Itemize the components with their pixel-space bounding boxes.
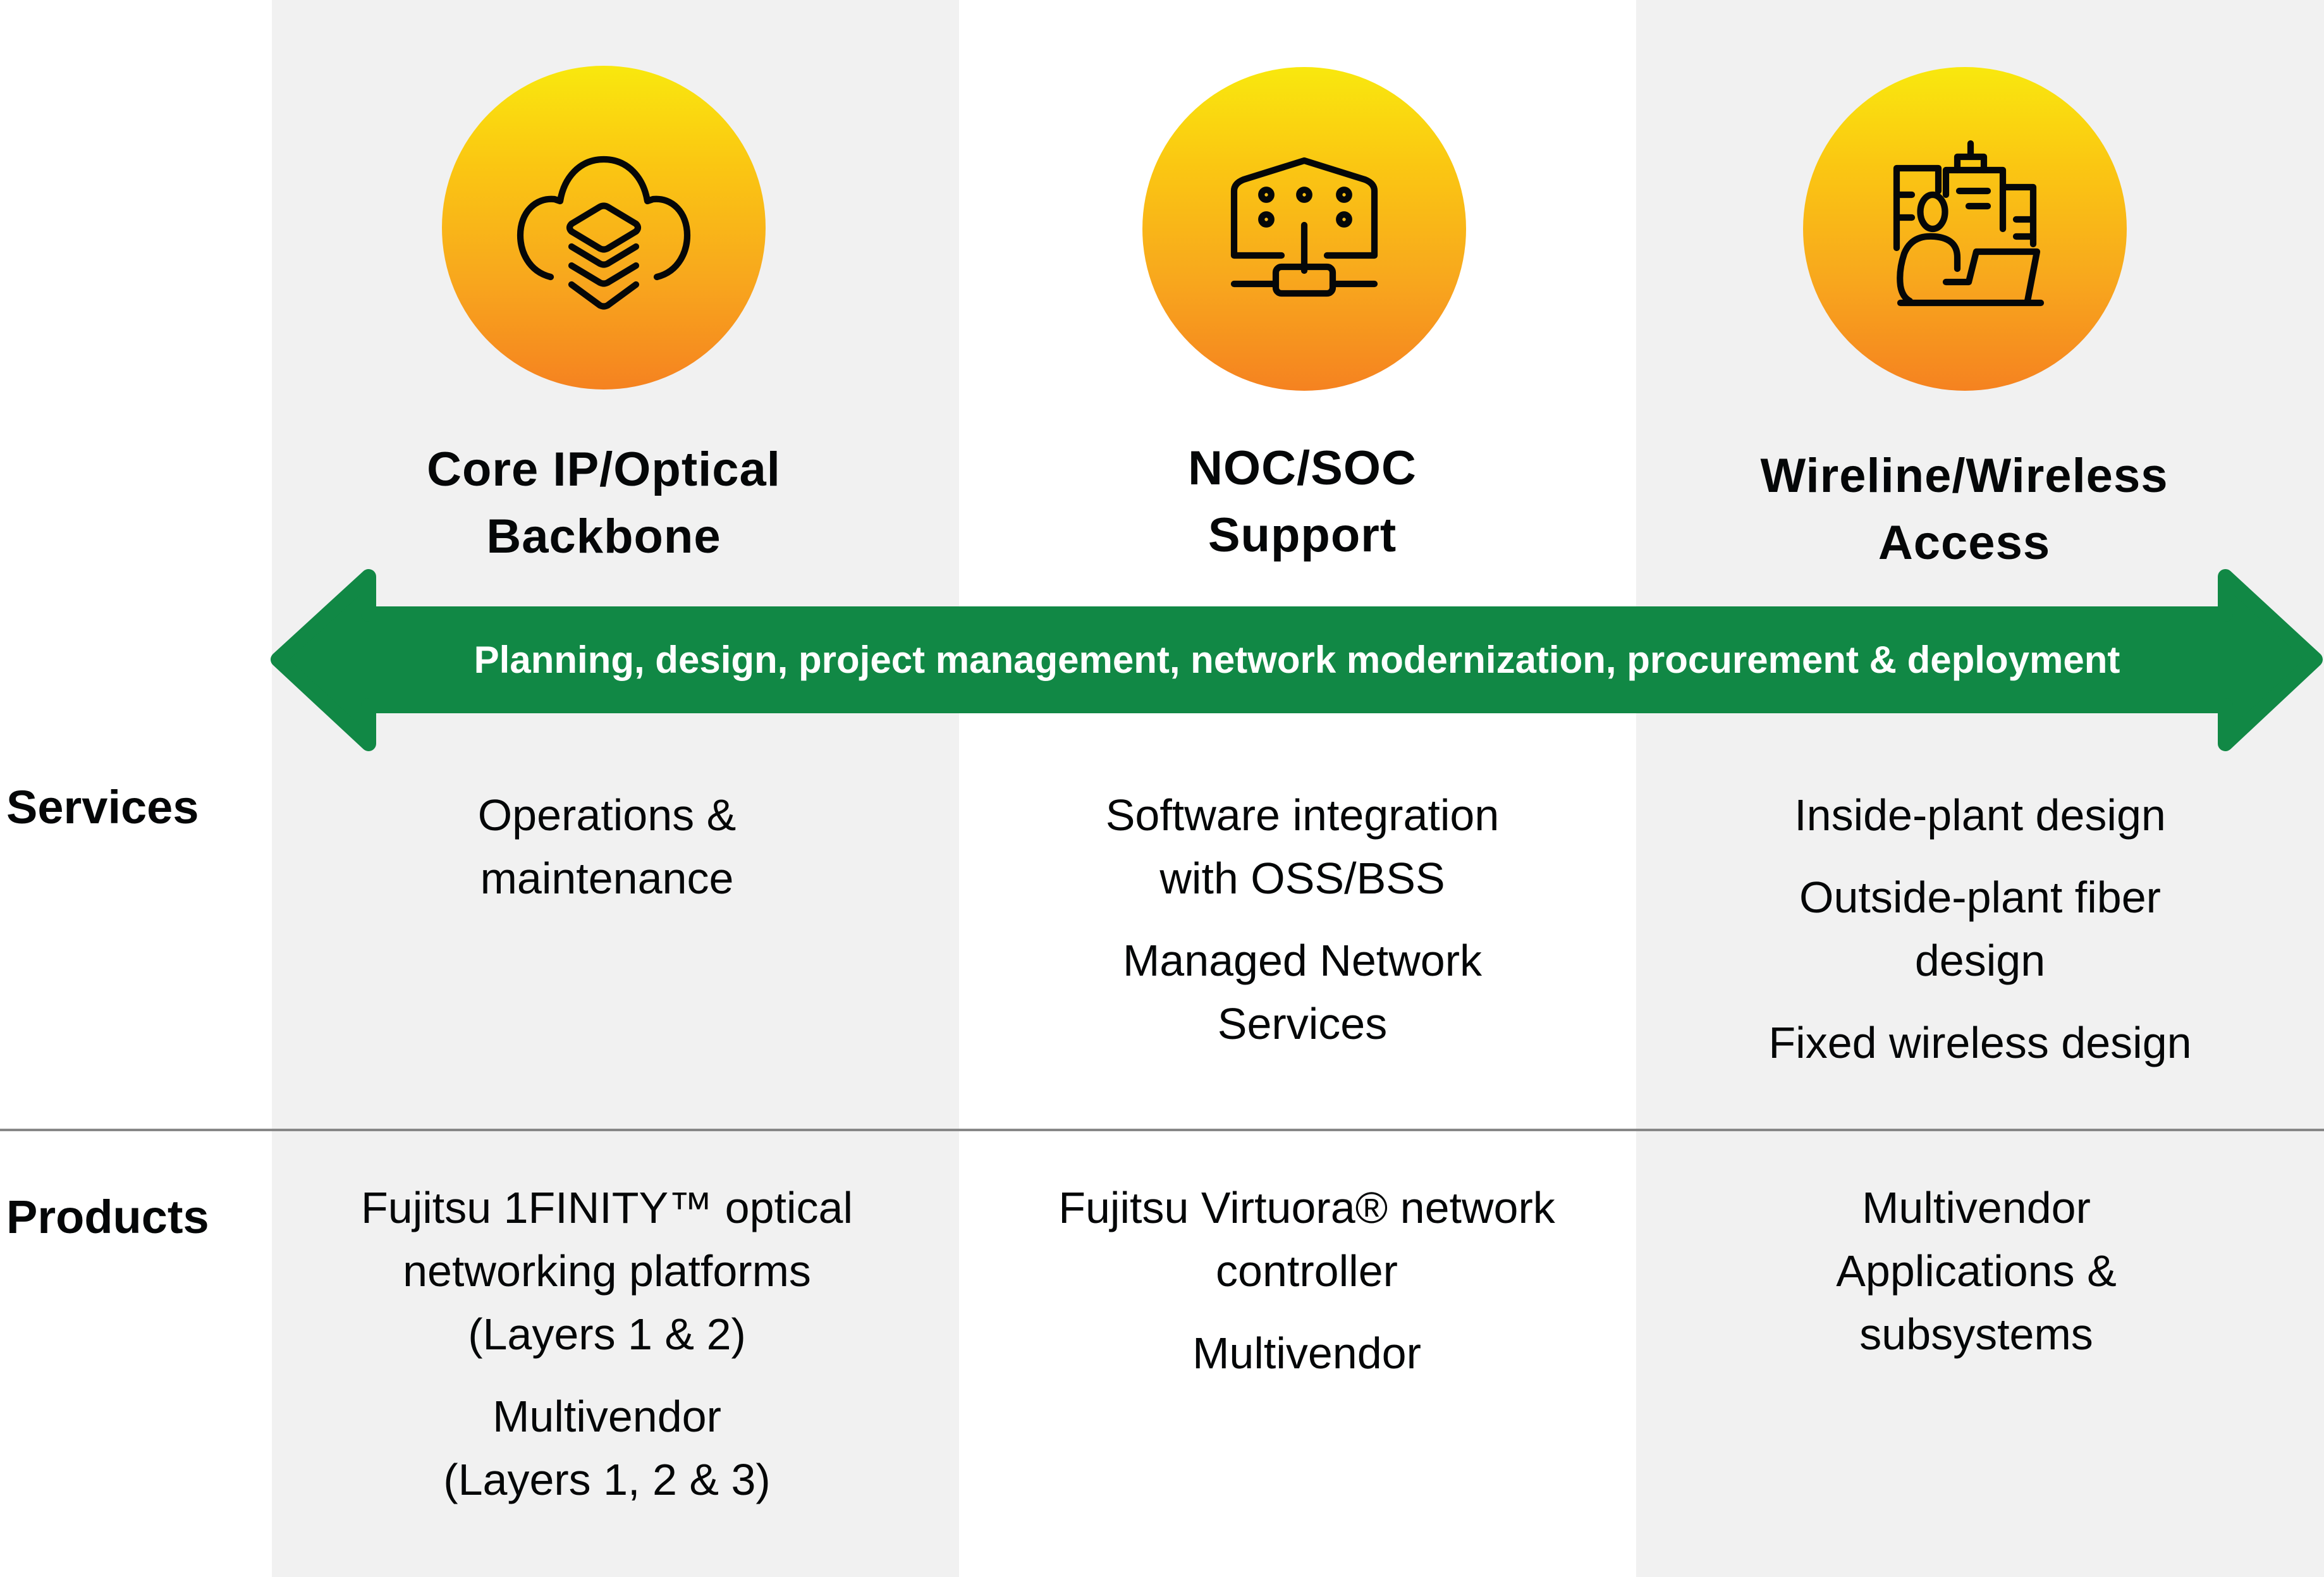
core-icon-circle <box>442 66 766 390</box>
product-item: Multivendor <box>972 1322 1642 1385</box>
products-cell-core: Fujitsu 1FINITY™ optical networking platf… <box>272 1176 942 1530</box>
product-item-line: Multivendor <box>492 1392 721 1441</box>
column-heading-access: Wireline/Wireless Access <box>1680 443 2249 577</box>
service-item: Managed Network Services <box>967 929 1637 1055</box>
person-laptop-buildings-icon <box>1893 140 2045 307</box>
service-item-line: Software integration <box>1105 790 1500 840</box>
heading-line: Core IP/Optical <box>427 443 781 496</box>
product-item-line: Applications & <box>1836 1246 2117 1296</box>
heading-line: NOC/SOC <box>1188 441 1417 495</box>
heading-line: Backbone <box>486 510 721 563</box>
row-divider <box>0 1129 2324 1131</box>
service-item-line: Fixed wireless design <box>1768 1018 2192 1067</box>
product-item: Multivendor (Layers 1, 2 & 3) <box>272 1385 942 1511</box>
column-heading-core: Core IP/Optical Backbone <box>319 436 888 570</box>
service-item-line: with OSS/BSS <box>1159 854 1445 903</box>
services-cell-core: Operations & maintenance <box>272 783 942 929</box>
network-operations-center-icon <box>1230 157 1378 297</box>
access-icon-circle <box>1803 67 2127 391</box>
arrow-label: Planning, design, project management, ne… <box>474 639 2120 681</box>
products-cell-access: Multivendor Applications & subsystems <box>1641 1176 2311 1385</box>
product-item-line: Multivendor <box>1862 1183 2091 1232</box>
products-cell-noc: Fujitsu Virtuora® network controller Multi… <box>972 1176 1642 1404</box>
services-cell-access: Inside-plant design Outside-plant fiber de… <box>1645 783 2315 1093</box>
column-heading-noc: NOC/SOC Support <box>1018 435 1587 569</box>
product-item-line: Fujitsu Virtuora® network <box>1058 1183 1555 1232</box>
product-item-line: (Layers 1, 2 & 3) <box>443 1455 771 1504</box>
service-item-line: maintenance <box>480 854 734 903</box>
cloud-layers-icon <box>517 156 691 310</box>
service-item: Software integration with OSS/BSS <box>967 783 1637 910</box>
row-label-services: Services <box>6 781 199 833</box>
service-item-line: Managed Network <box>1122 936 1483 985</box>
product-item: Fujitsu Virtuora® network controller <box>972 1176 1642 1303</box>
product-item-line: (Layers 1 & 2) <box>468 1310 746 1359</box>
heading-line: Access <box>1878 516 2051 570</box>
product-item-line: networking platforms <box>403 1246 811 1296</box>
service-item: Operations & maintenance <box>272 783 942 910</box>
service-item-line: design <box>1914 936 2046 985</box>
product-item-line: controller <box>1216 1246 1398 1296</box>
product-item-line: Multivendor <box>1192 1328 1421 1378</box>
service-item: Inside-plant design <box>1645 783 2315 847</box>
services-cell-noc: Software integration with OSS/BSS Managed … <box>967 783 1637 1074</box>
service-item-line: Services <box>1217 999 1388 1048</box>
service-item: Fixed wireless design <box>1645 1011 2315 1074</box>
product-item-line: Fujitsu 1FINITY™ optical <box>361 1183 853 1232</box>
product-item: Multivendor Applications & subsystems <box>1641 1176 2311 1366</box>
row-label-products: Products <box>6 1191 209 1243</box>
service-item-line: Inside-plant design <box>1794 790 2166 840</box>
product-item-line: subsystems <box>1859 1310 2093 1359</box>
heading-line: Support <box>1208 508 1397 562</box>
service-item: Outside-plant fiber design <box>1645 866 2315 992</box>
service-item-line: Outside-plant fiber <box>1799 873 2161 922</box>
noc-icon-circle <box>1142 67 1466 391</box>
heading-line: Wireline/Wireless <box>1760 449 2168 503</box>
service-item-line: Operations & <box>477 790 737 840</box>
product-item: Fujitsu 1FINITY™ optical networking platf… <box>272 1176 942 1366</box>
